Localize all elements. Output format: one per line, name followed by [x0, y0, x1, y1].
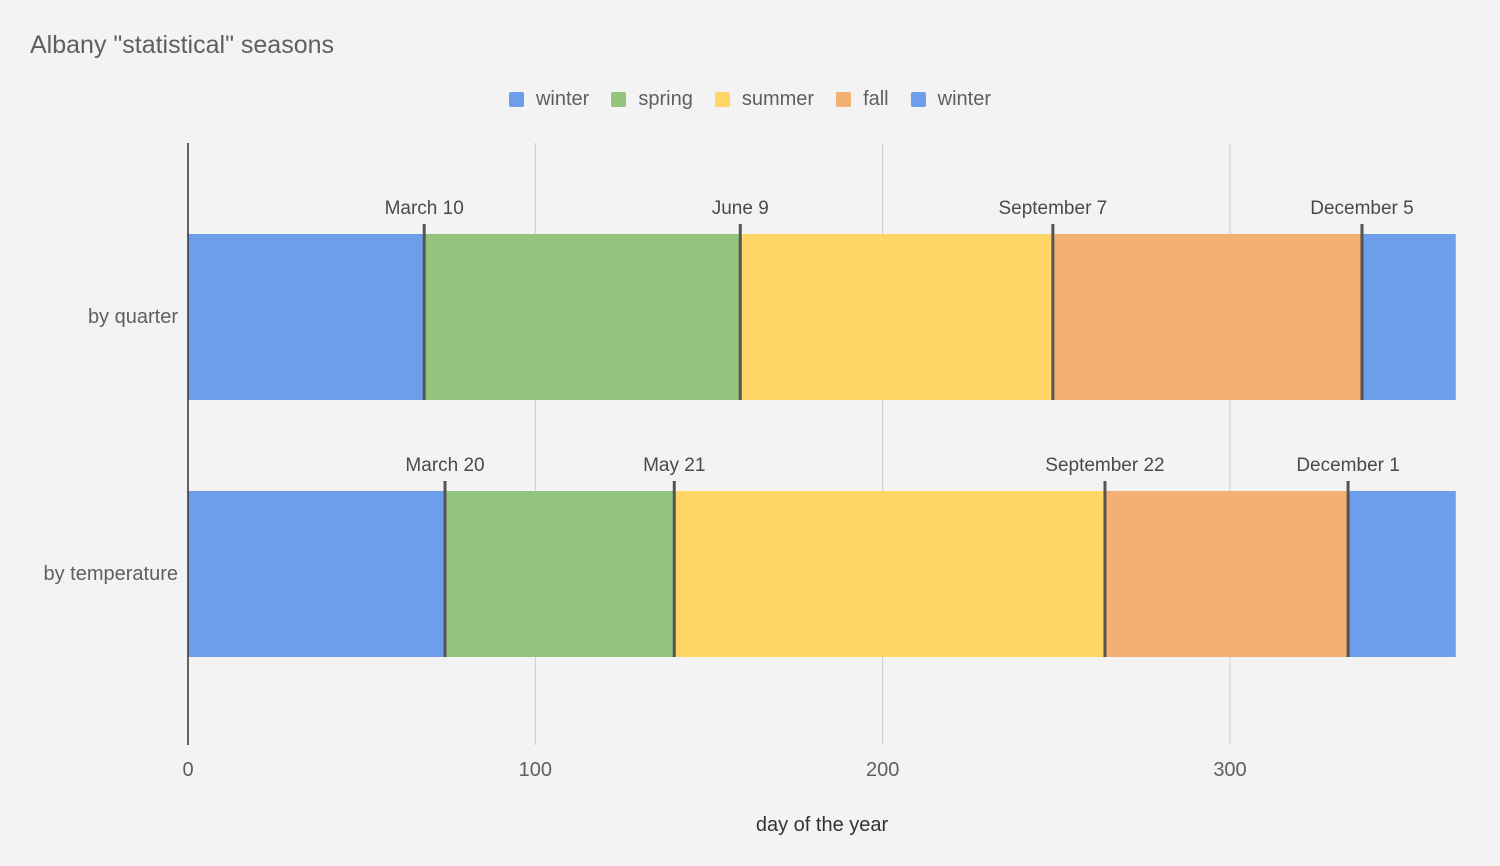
annotation-label: June 9 — [712, 198, 769, 219]
bar-fall — [1052, 234, 1362, 400]
category-label: by quarter — [88, 306, 178, 328]
bar-spring — [424, 234, 741, 400]
bar-summer — [674, 491, 1105, 657]
bar-winter — [1361, 234, 1456, 400]
annotation-label: September 7 — [998, 198, 1107, 219]
bar-spring — [445, 491, 675, 657]
bar-winter — [1348, 491, 1456, 657]
x-tick-label: 100 — [519, 759, 552, 781]
annotation-label: March 20 — [405, 455, 484, 476]
x-axis-title: day of the year — [756, 814, 889, 836]
chart-plot: by quarter by temperature March 10 June 9 Se… — [43, 143, 1456, 836]
annotation-label: December 5 — [1310, 198, 1414, 219]
x-tick-label: 300 — [1213, 759, 1246, 781]
annotation-label: May 21 — [643, 455, 705, 476]
annotation-label: March 10 — [385, 198, 464, 219]
annotation-label: September 22 — [1045, 455, 1164, 476]
annotation-label: December 1 — [1296, 455, 1400, 476]
bar-summer — [740, 234, 1053, 400]
x-tick-label: 200 — [866, 759, 899, 781]
bar-winter — [188, 491, 446, 657]
bar-winter — [188, 234, 425, 400]
x-tick-label: 0 — [182, 759, 193, 781]
category-label: by temperature — [43, 563, 178, 585]
bar-fall — [1104, 491, 1349, 657]
